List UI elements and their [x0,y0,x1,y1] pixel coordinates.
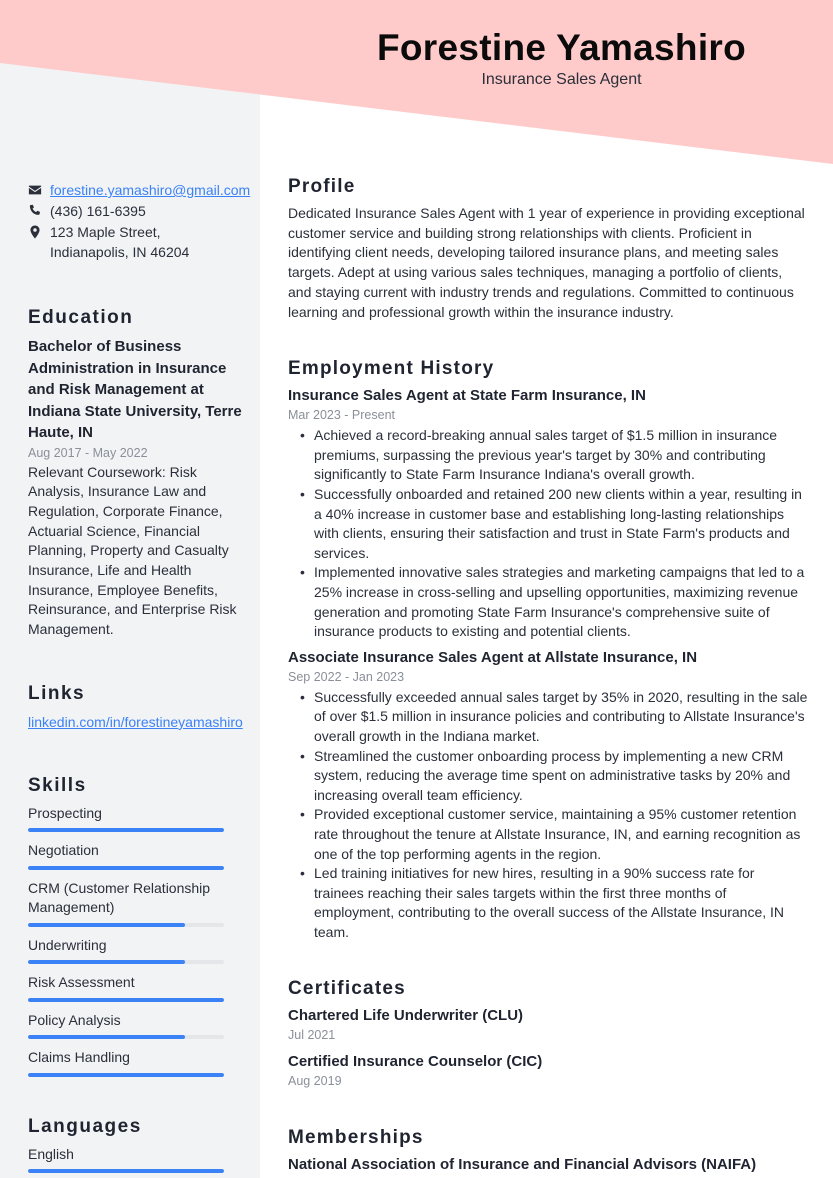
certificate-name: Chartered Life Underwriter (CLU) [288,1007,524,1025]
certificates-heading: Certificates [288,978,406,1000]
job-bullet: Led training initiatives for new hires, … [300,864,808,942]
languages-section: Languages English [28,1115,253,1174]
skill-level-fill [28,865,224,870]
linkedin-link[interactable]: linkedin.com/in/forestineyamashiro [28,714,243,730]
envelope-icon [28,180,50,200]
skill-level-bar [28,1072,224,1077]
skill-level-bar [28,922,224,927]
job-bullet: Provided exceptional customer service, m… [300,805,808,864]
contact-email: forestine.yamashiro@gmail.com [28,180,253,200]
certificate-name: Certified Insurance Counselor (CIC) [288,1053,543,1071]
skill-level-fill [28,960,185,965]
job-entry: Associate Insurance Sales Agent at Allst… [288,648,808,943]
address-line-2: Indianapolis, IN 46204 [50,244,190,260]
skill-level-fill [28,922,185,927]
sidebar: forestine.yamashiro@gmail.com (436) 161-… [28,180,253,1178]
skill-level-fill [28,1035,185,1040]
memberships-heading: Memberships [288,1127,424,1149]
education-dates: Aug 2017 - May 2022 [28,445,148,460]
education-section: Education Bachelor of Business Administr… [28,306,253,640]
memberships-section: Memberships National Association of Insu… [288,1126,808,1175]
job-dates: Mar 2023 - Present [288,408,395,423]
certificates-section: Certificates Chartered Life Underwriter … [288,977,808,1090]
profile-section: Profile Dedicated Insurance Sales Agent … [288,175,808,322]
job-title: Insurance Sales Agent at State Farm Insu… [288,387,646,405]
certificate-entry: Certified Insurance Counselor (CIC) Aug 2… [288,1052,808,1090]
certificates-list: Chartered Life Underwriter (CLU) Jul 2021… [288,1006,808,1090]
membership-name: National Association of Insurance and Fi… [288,1156,757,1174]
links-section: Links linkedin.com/in/forestineyamashiro [28,682,253,732]
skill-item: Policy Analysis [28,1011,253,1040]
memberships-list: National Association of Insurance and Fi… [288,1155,808,1175]
job-entry: Insurance Sales Agent at State Farm Insu… [288,386,808,642]
job-bullet: Successfully exceeded annual sales targe… [300,688,808,747]
job-bullet: Successfully onboarded and retained 200 … [300,485,808,563]
profile-text: Dedicated Insurance Sales Agent with 1 y… [288,205,805,320]
education-heading: Education [28,307,134,328]
skill-level-fill [28,997,224,1002]
skill-item: Risk Assessment [28,973,253,1002]
languages-heading: Languages [28,1115,142,1137]
language-name: English [28,1145,74,1162]
address-line-1: 123 Maple Street, [50,224,161,240]
skill-name: Prospecting [28,804,102,821]
links-heading: Links [28,682,86,704]
job-bullets: Successfully exceeded annual sales targe… [288,688,808,943]
skill-name: CRM (Customer Relationship Management) [28,879,211,916]
skill-name: Negotiation [28,842,99,859]
skill-name: Risk Assessment [28,974,135,991]
contact-section: forestine.yamashiro@gmail.com (436) 161-… [28,180,253,262]
education-degree: Bachelor of Business Administration in I… [28,338,242,441]
job-bullet: Achieved a record-breaking annual sales … [300,426,808,485]
skill-item: Claims Handling [28,1048,253,1077]
contact-address: 123 Maple Street, Indianapolis, IN 46204 [28,222,253,262]
skills-heading: Skills [28,774,87,796]
employment-section: Employment History Insurance Sales Agent… [288,357,808,942]
email-link[interactable]: forestine.yamashiro@gmail.com [50,180,250,200]
jobs-list: Insurance Sales Agent at State Farm Insu… [288,386,808,942]
job-bullet: Implemented innovative sales strategies … [300,563,808,641]
contact-phone: (436) 161-6395 [28,201,253,221]
candidate-name: Forestine Yamashiro [377,27,746,68]
resume-header: Forestine Yamashiro Insurance Sales Agen… [260,26,833,90]
certificate-date: Aug 2019 [288,1074,342,1089]
education-description: Relevant Coursework: Risk Analysis, Insu… [28,463,237,638]
phone-icon [28,201,50,221]
skill-item: Prospecting [28,804,253,833]
job-dates: Sep 2022 - Jan 2023 [288,669,405,684]
job-bullet: Streamlined the customer onboarding proc… [300,747,808,806]
skill-item: CRM (Customer Relationship Management) [28,879,253,927]
job-title: Associate Insurance Sales Agent at Allst… [288,648,698,666]
skill-level-bar [28,865,224,870]
skills-list: Prospecting Negotiation CRM (Customer Rela… [28,804,253,1077]
skill-item: Negotiation [28,841,253,870]
skill-level-fill [28,828,224,833]
language-level-fill [28,1169,224,1174]
skill-name: Underwriting [28,936,107,953]
employment-heading: Employment History [288,358,495,380]
skill-level-bar [28,997,224,1002]
language-level-bar [28,1169,224,1174]
job-bullets: Achieved a record-breaking annual sales … [288,426,808,642]
languages-list: English [28,1145,253,1174]
phone-number: (436) 161-6395 [50,203,146,219]
skill-name: Claims Handling [28,1049,130,1066]
main-content: Profile Dedicated Insurance Sales Agent … [288,175,808,1175]
skill-level-bar [28,1035,224,1040]
candidate-title: Insurance Sales Agent [481,71,642,88]
skill-level-bar [28,960,224,965]
skills-section: Skills Prospecting Negotiation CRM (Custom… [28,774,253,1077]
skill-level-fill [28,1072,224,1077]
language-item: English [28,1145,253,1174]
skill-name: Policy Analysis [28,1011,121,1028]
map-pin-icon [28,222,50,242]
profile-heading: Profile [288,176,356,197]
certificate-entry: Chartered Life Underwriter (CLU) Jul 2021 [288,1006,808,1044]
skill-level-bar [28,828,224,833]
certificate-date: Jul 2021 [288,1028,336,1043]
skill-item: Underwriting [28,936,253,965]
